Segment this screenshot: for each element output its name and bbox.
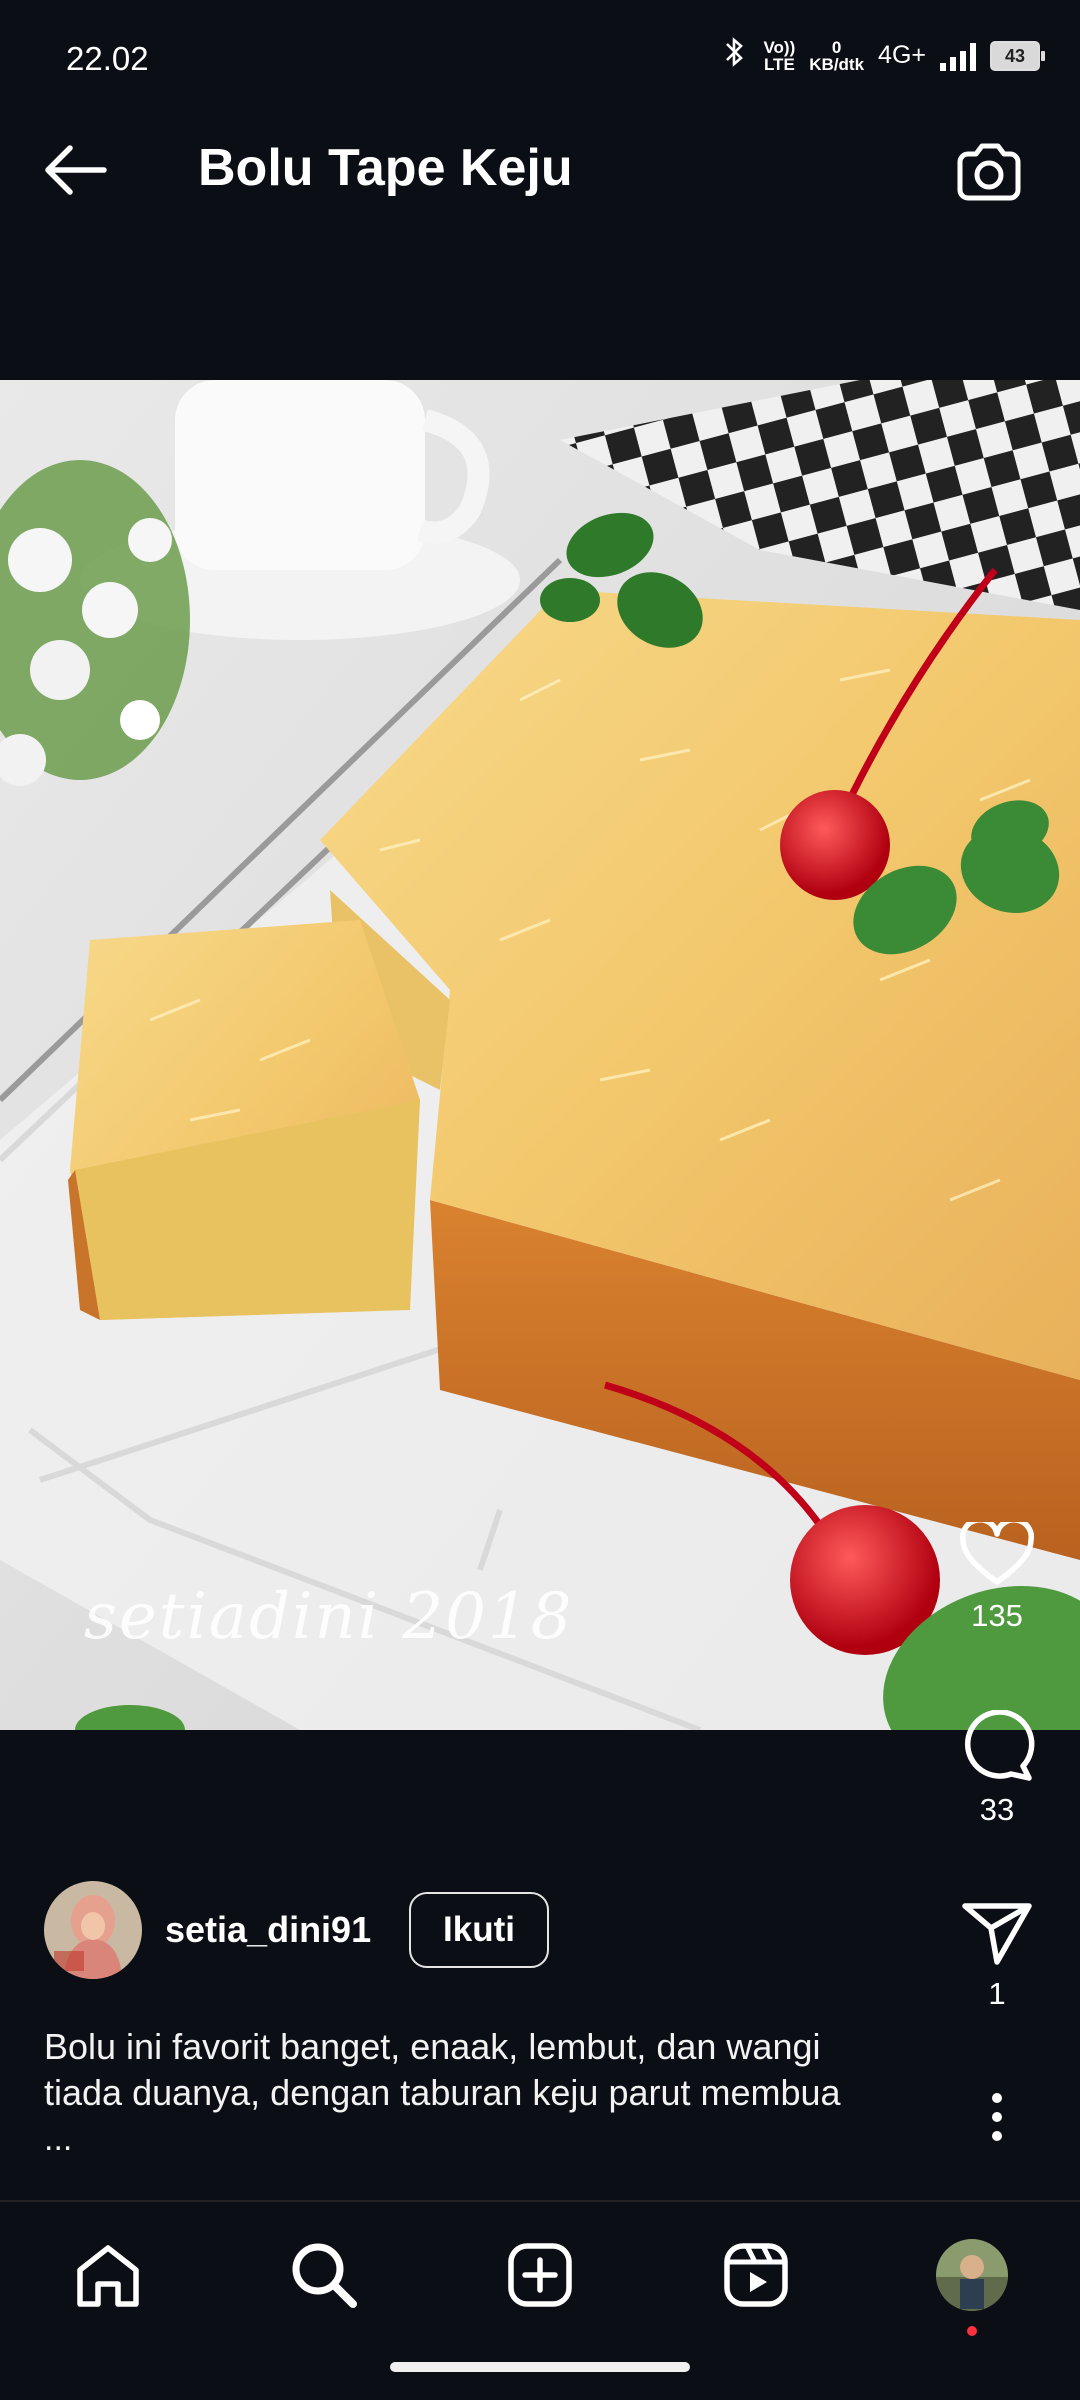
caption-line-2: tiada duanya, dengan taburan keju parut … — [44, 2072, 841, 2113]
like-count: 135 — [971, 1598, 1023, 1633]
comment-button[interactable]: 33 — [946, 1710, 1048, 1828]
caption-more[interactable]: ... — [44, 2120, 72, 2159]
comment-count: 33 — [979, 1792, 1015, 1827]
home-indicator[interactable] — [390, 2362, 690, 2372]
status-time: 22.02 — [66, 40, 149, 77]
nav-reels[interactable] — [716, 2235, 796, 2315]
nav-home[interactable] — [68, 2235, 148, 2315]
camera-button[interactable] — [954, 138, 1024, 204]
notification-dot — [967, 2326, 977, 2336]
post-caption[interactable]: Bolu ini favorit banget, enaak, lembut, … — [44, 2024, 924, 2116]
paper-plane-icon — [962, 1903, 1032, 1965]
profile-avatar — [936, 2239, 1008, 2311]
nav-profile[interactable] — [932, 2235, 1012, 2315]
arrow-left-icon — [45, 145, 107, 195]
author-username[interactable]: setia_dini91 — [165, 1909, 371, 1951]
status-bar: 22.02 Vo)) LTE 0 KB/dtk 4G+ 43 — [0, 0, 1080, 92]
signal-icon — [940, 41, 976, 71]
bluetooth-icon — [719, 36, 749, 75]
like-button[interactable]: 135 — [946, 1522, 1048, 1634]
nav-create[interactable] — [500, 2235, 580, 2315]
caption-line-1: Bolu ini favorit banget, enaak, lembut, … — [44, 2026, 821, 2067]
home-icon — [77, 2245, 139, 2307]
nav-search[interactable] — [284, 2235, 364, 2315]
status-icons: Vo)) LTE 0 KB/dtk 4G+ 43 — [719, 36, 1045, 75]
back-button[interactable] — [40, 140, 112, 200]
post-photo[interactable]: setiadini 2018 — [0, 380, 1080, 1730]
heart-icon — [959, 1522, 1035, 1585]
photo-watermark: setiadini 2018 — [84, 1580, 574, 1654]
reels-icon — [724, 2243, 788, 2307]
camera-icon — [957, 143, 1021, 201]
share-button[interactable]: 1 — [946, 1900, 1048, 2012]
follow-button[interactable]: Ikuti — [409, 1892, 549, 1968]
add-post-icon — [508, 2243, 572, 2307]
network-speed: 0 KB/dtk — [809, 37, 865, 74]
page-title: Bolu Tape Keju — [198, 139, 573, 197]
comment-icon — [964, 1710, 1035, 1781]
share-count: 1 — [988, 1976, 1006, 2011]
more-options-button[interactable] — [946, 2092, 1048, 2142]
volte-indicator: Vo)) LTE — [763, 37, 796, 74]
battery-icon: 43 — [990, 40, 1045, 71]
search-icon — [292, 2243, 357, 2308]
network-type: 4G+ — [878, 41, 926, 69]
author-avatar[interactable] — [44, 1881, 142, 1979]
more-vertical-icon — [992, 2093, 1002, 2141]
